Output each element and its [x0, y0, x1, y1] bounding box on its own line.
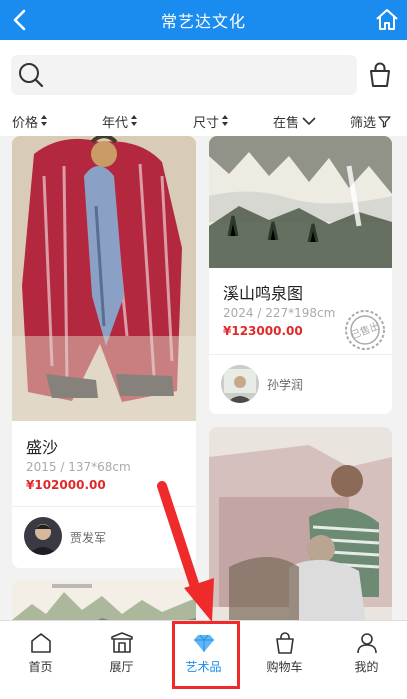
artwork-card[interactable]: 溪山鸣泉图 2024 / 227*198cm ¥123000.00 已售出 孙学… [209, 136, 392, 414]
filter-label: 价格 [12, 115, 39, 131]
artwork-image[interactable] [209, 136, 392, 268]
filter-size[interactable]: 尺寸 [193, 106, 229, 136]
filter-icon [378, 115, 391, 128]
search-icon [19, 63, 44, 88]
user-icon [356, 633, 377, 654]
artwork-price: ¥123000.00 [223, 324, 303, 338]
home-button[interactable] [373, 6, 401, 34]
chevron-down-icon [302, 117, 316, 126]
nav-label: 我的 [354, 660, 379, 674]
avatar[interactable] [221, 365, 259, 403]
nav-cart[interactable]: 购物车 [244, 621, 325, 681]
highlight-box [172, 621, 240, 689]
shopping-bag-icon[interactable] [366, 61, 394, 89]
artwork-meta: 2024 / 227*198cm [223, 306, 336, 320]
filter-label: 尺寸 [193, 115, 220, 131]
nav-label: 购物车 [266, 660, 303, 674]
filter-label: 年代 [102, 115, 129, 131]
filter-era[interactable]: 年代 [102, 106, 138, 136]
sort-icon [41, 115, 48, 127]
sort-icon [131, 115, 138, 127]
artist-name[interactable]: 孙学润 [267, 376, 303, 393]
nav-label: 展厅 [109, 660, 134, 674]
artwork-card[interactable]: 盛沙 2015 / 137*68cm ¥102000.00 贾发军 [12, 136, 196, 568]
artwork-title: 溪山鸣泉图 [223, 284, 304, 303]
artwork-meta: 2015 / 137*68cm [26, 460, 131, 474]
home-icon [376, 9, 398, 30]
home-icon [30, 633, 51, 653]
artwork-title: 盛沙 [26, 438, 59, 457]
artist-name[interactable]: 贾发军 [70, 529, 106, 546]
search-row [0, 40, 407, 106]
filter-label: 在售 [273, 115, 300, 131]
filter-more[interactable]: 筛选 [350, 106, 391, 136]
gallery-icon [110, 632, 133, 653]
divider [209, 354, 392, 355]
filter-bar: 价格 年代 尺寸 在售 筛选 [0, 106, 407, 136]
filter-label: 筛选 [350, 115, 377, 131]
filter-on-sale[interactable]: 在售 [273, 106, 316, 136]
divider [12, 506, 196, 507]
search-input[interactable] [51, 61, 347, 89]
nav-home[interactable]: 首页 [0, 621, 81, 681]
artwork-image[interactable] [12, 136, 196, 421]
sort-icon [222, 115, 229, 127]
search-box[interactable] [11, 55, 357, 95]
page-title: 常艺达文化 [160, 12, 246, 31]
back-button[interactable] [6, 6, 34, 34]
sold-stamp-icon: 已售出 [345, 310, 385, 350]
filter-price[interactable]: 价格 [12, 106, 48, 136]
top-bar: 常艺达文化 [0, 0, 407, 40]
shopping-bag-icon [275, 632, 294, 654]
nav-gallery[interactable]: 展厅 [81, 621, 162, 681]
avatar[interactable] [24, 517, 62, 555]
artwork-price: ¥102000.00 [26, 478, 106, 492]
nav-profile[interactable]: 我的 [326, 621, 407, 681]
nav-label: 首页 [28, 660, 53, 674]
chevron-left-icon [13, 9, 26, 31]
